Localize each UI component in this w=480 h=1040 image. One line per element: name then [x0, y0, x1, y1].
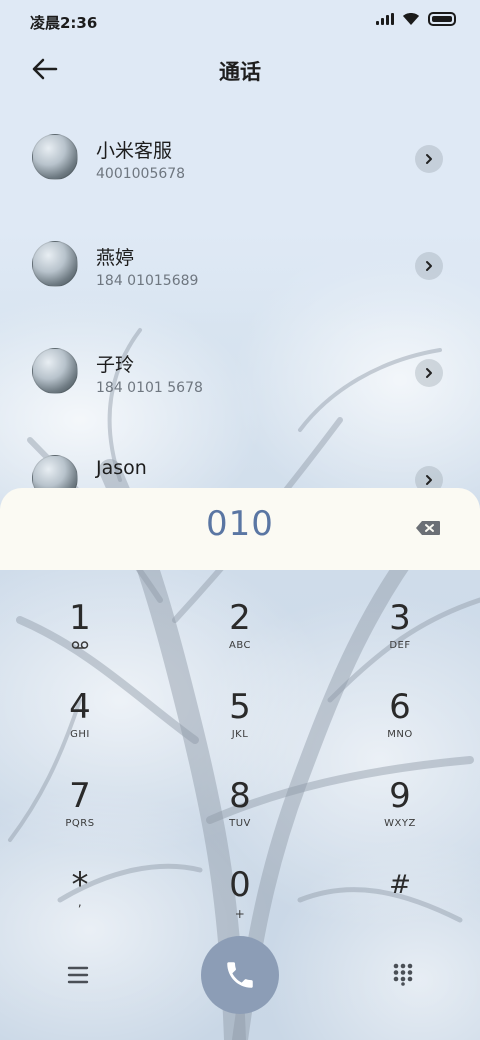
- phone-icon: [227, 962, 253, 988]
- key-letters: TUV: [229, 818, 251, 829]
- key-7[interactable]: 7 PQRS: [30, 776, 130, 856]
- menu-button[interactable]: [66, 964, 90, 986]
- key-0[interactable]: 0 +: [190, 865, 290, 945]
- key-8[interactable]: 8 TUV: [190, 776, 290, 856]
- chevron-right-icon: [426, 154, 432, 164]
- key-digit: 8: [229, 776, 251, 816]
- key-digit: 6: [389, 687, 411, 727]
- key-digit: 1: [69, 598, 91, 638]
- key-letters: DEF: [389, 640, 411, 651]
- key-digit: 4: [69, 687, 91, 727]
- contact-detail-button[interactable]: [415, 359, 443, 387]
- chevron-right-icon: [426, 368, 432, 378]
- contact-row[interactable]: Jason: [0, 425, 480, 488]
- contact-name: 子玲: [96, 354, 135, 376]
- status-icons: [376, 12, 456, 26]
- call-button[interactable]: [201, 936, 279, 1014]
- key-letters: JKL: [231, 729, 249, 740]
- key-5[interactable]: 5 JKL: [190, 687, 290, 767]
- contact-avatar: [32, 241, 78, 287]
- key-letters: GHI: [70, 729, 90, 740]
- contact-avatar: [32, 348, 78, 394]
- key-digit: 9: [389, 776, 411, 816]
- key-6[interactable]: 6 MNO: [350, 687, 450, 767]
- page-title: 通话: [219, 60, 261, 84]
- battery-icon: [428, 12, 456, 26]
- chevron-right-icon: [426, 261, 432, 271]
- key-digit: 5: [229, 687, 251, 727]
- voicemail-icon: [71, 641, 89, 649]
- backspace-button[interactable]: [414, 518, 442, 538]
- key-digit: 7: [69, 776, 91, 816]
- key-4[interactable]: 4 GHI: [30, 687, 130, 767]
- contact-detail-button[interactable]: [415, 145, 443, 173]
- backspace-icon: [416, 521, 440, 535]
- key-digit: #: [389, 870, 411, 900]
- key-digit: 3: [389, 598, 411, 638]
- status-time: 凌晨2:36: [30, 14, 98, 32]
- contact-number: 184 01015689: [96, 273, 199, 289]
- key-2[interactable]: 2 ABC: [190, 598, 290, 678]
- contact-row[interactable]: 小米客服 4001005678: [0, 104, 480, 211]
- chevron-right-icon: [426, 475, 432, 485]
- dialpad-icon: [393, 963, 413, 986]
- contact-row[interactable]: 燕婷 184 01015689: [0, 211, 480, 318]
- contact-detail-button[interactable]: [415, 466, 443, 488]
- key-1[interactable]: 1: [30, 598, 130, 678]
- key-3[interactable]: 3 DEF: [350, 598, 450, 678]
- contact-avatar: [32, 455, 78, 488]
- contact-list[interactable]: 小米客服 4001005678 燕婷 184 01015689 子玲 184 0…: [0, 104, 480, 488]
- contact-avatar: [32, 134, 78, 180]
- contact-name: Jason: [96, 457, 147, 479]
- wifi-icon: [403, 13, 419, 25]
- key-letters: WXYZ: [384, 818, 416, 829]
- contact-name: 小米客服: [96, 140, 173, 162]
- status-bar: 凌晨2:36: [0, 0, 480, 40]
- key-digit: 0: [229, 865, 251, 905]
- menu-icon: [67, 966, 89, 984]
- key-hash[interactable]: #: [350, 865, 450, 945]
- key-9[interactable]: 9 WXYZ: [350, 776, 450, 856]
- dial-display: 010: [0, 488, 480, 570]
- key-letters: PQRS: [65, 818, 95, 829]
- key-letters: MNO: [387, 729, 413, 740]
- contact-row[interactable]: 子玲 184 0101 5678: [0, 318, 480, 425]
- contact-detail-button[interactable]: [415, 252, 443, 280]
- contact-number: 184 0101 5678: [96, 380, 203, 396]
- key-letters: ,: [77, 895, 83, 909]
- key-digit: 2: [229, 598, 251, 638]
- key-letters: ABC: [228, 640, 251, 651]
- key-letters: +: [234, 907, 246, 921]
- keypad-toggle-button[interactable]: [391, 962, 415, 986]
- dialed-number[interactable]: 010: [0, 504, 480, 544]
- key-star[interactable]: * ,: [30, 865, 130, 945]
- signal-icon: [376, 13, 394, 25]
- contact-name: 燕婷: [96, 247, 135, 269]
- contact-number: 4001005678: [96, 166, 186, 182]
